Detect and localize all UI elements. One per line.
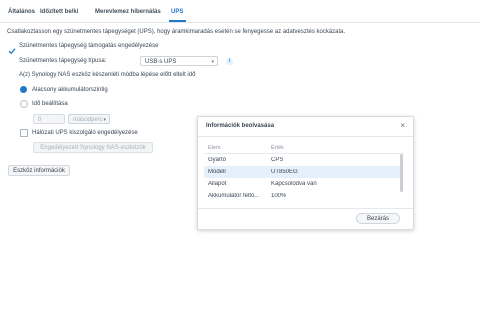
network-ups-label: Hálózati UPS kiszolgáló engedélyezése xyxy=(32,130,138,136)
device-info-button[interactable]: Eszköz információk xyxy=(8,165,70,176)
ups-type-label: Szünetmentes tápegység típusa: xyxy=(19,58,107,64)
time-setting-label: Idő beállítása xyxy=(32,101,68,107)
table-row[interactable]: Modell UT850EG xyxy=(204,166,401,178)
table-scrollbar[interactable] xyxy=(400,154,403,192)
time-unit-value: másodperc xyxy=(73,117,103,123)
time-value: 0 xyxy=(38,117,42,123)
column-header-item[interactable]: Elem xyxy=(208,145,221,151)
row-item: Modell xyxy=(208,169,226,175)
row-item: Akkumulátor feltö... xyxy=(208,193,260,199)
row-value: CPS xyxy=(271,157,284,163)
info-icon[interactable]: i xyxy=(226,58,233,65)
row-item: Állapot xyxy=(208,181,227,187)
row-value: Kapcsolódva van xyxy=(271,181,317,187)
table-row[interactable]: Gyártó CPS xyxy=(204,154,401,166)
active-tab-indicator xyxy=(169,20,186,22)
low-battery-label: Alacsony akkumulátorszintig xyxy=(32,87,108,93)
tab-general[interactable]: Általános xyxy=(8,9,35,15)
tab-bar: Általános Időzített be/ki Merevlemez hib… xyxy=(0,0,480,23)
enable-ups-label: Szünetmentes tápegység támogatás engedél… xyxy=(19,43,159,49)
network-ups-checkbox[interactable] xyxy=(20,129,28,137)
chevron-down-icon: ▾ xyxy=(211,59,214,65)
time-value-input[interactable]: 0 xyxy=(33,114,65,124)
check-icon xyxy=(8,48,16,55)
close-icon[interactable]: × xyxy=(400,121,405,130)
ups-type-select[interactable]: USB-s UPS ▾ xyxy=(140,56,218,66)
table-header: Elem Érték xyxy=(204,143,404,154)
tab-scheduled-power[interactable]: Időzített be/ki xyxy=(40,9,78,15)
close-button[interactable]: Bezárás xyxy=(356,213,400,224)
row-value: 100% xyxy=(271,193,287,199)
table-row[interactable]: Állapot Kapcsolódva van xyxy=(204,178,401,190)
info-table: Elem Érték Gyártó CPS Modell UT850EG Áll… xyxy=(204,143,404,206)
row-value: UT850EG xyxy=(271,169,298,175)
standby-time-label: A(z) Synology NAS eszköz készenléti módb… xyxy=(19,72,196,78)
modal-divider xyxy=(198,136,413,137)
time-setting-radio[interactable] xyxy=(20,100,28,108)
modal-title: Információk beolvasása xyxy=(206,123,275,129)
row-item: Gyártó xyxy=(208,157,227,163)
ups-type-value: USB-s UPS xyxy=(145,59,177,65)
tab-ups[interactable]: UPS xyxy=(171,9,183,15)
table-row[interactable]: Akkumulátor feltö... 100% xyxy=(204,190,401,202)
enable-ups-checkbox[interactable] xyxy=(8,42,16,55)
tab-hdd-hibernation[interactable]: Merevlemez hibernálás xyxy=(95,9,161,15)
modal-footer-divider xyxy=(198,208,413,209)
allowed-devices-button[interactable]: Engedélyezett Synology NAS-eszközök xyxy=(33,142,153,153)
ups-description: Csatlakoztasson egy szünetmentes tápegys… xyxy=(7,29,346,35)
time-unit-select[interactable]: másodperc ▾ xyxy=(68,114,110,124)
info-modal: Információk beolvasása × Elem Érték Gyár… xyxy=(197,116,414,230)
chevron-down-icon: ▾ xyxy=(103,117,106,123)
low-battery-radio[interactable] xyxy=(20,86,27,93)
column-header-value[interactable]: Érték xyxy=(271,145,284,151)
